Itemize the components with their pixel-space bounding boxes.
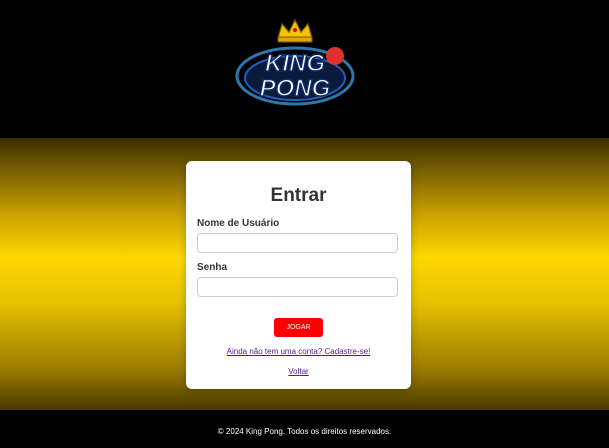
- password-label: Senha: [197, 262, 228, 273]
- copyright-text: © 2024 King Pong. Todos os direitos rese…: [217, 427, 392, 436]
- ball-icon: [326, 47, 344, 65]
- king-pong-logo: KING PONG: [235, 18, 355, 106]
- login-card: Entrar Nome de Usuário Senha JOGAR Ainda…: [186, 161, 411, 389]
- register-link[interactable]: Ainda não tem uma conta? Cadastre-se!: [186, 347, 411, 356]
- password-input[interactable]: [197, 277, 398, 297]
- logo-text-line1: KING: [265, 50, 325, 77]
- crown-icon: [277, 18, 313, 43]
- username-label: Nome de Usuário: [197, 218, 280, 229]
- login-title: Entrar: [270, 185, 327, 206]
- play-button[interactable]: JOGAR: [274, 318, 323, 337]
- back-link[interactable]: Voltar: [186, 367, 411, 376]
- logo-text-line2: PONG: [260, 75, 331, 102]
- site-footer: © 2024 King Pong. Todos os direitos rese…: [0, 410, 609, 448]
- username-input[interactable]: [197, 233, 398, 253]
- site-header: KING PONG: [0, 0, 609, 138]
